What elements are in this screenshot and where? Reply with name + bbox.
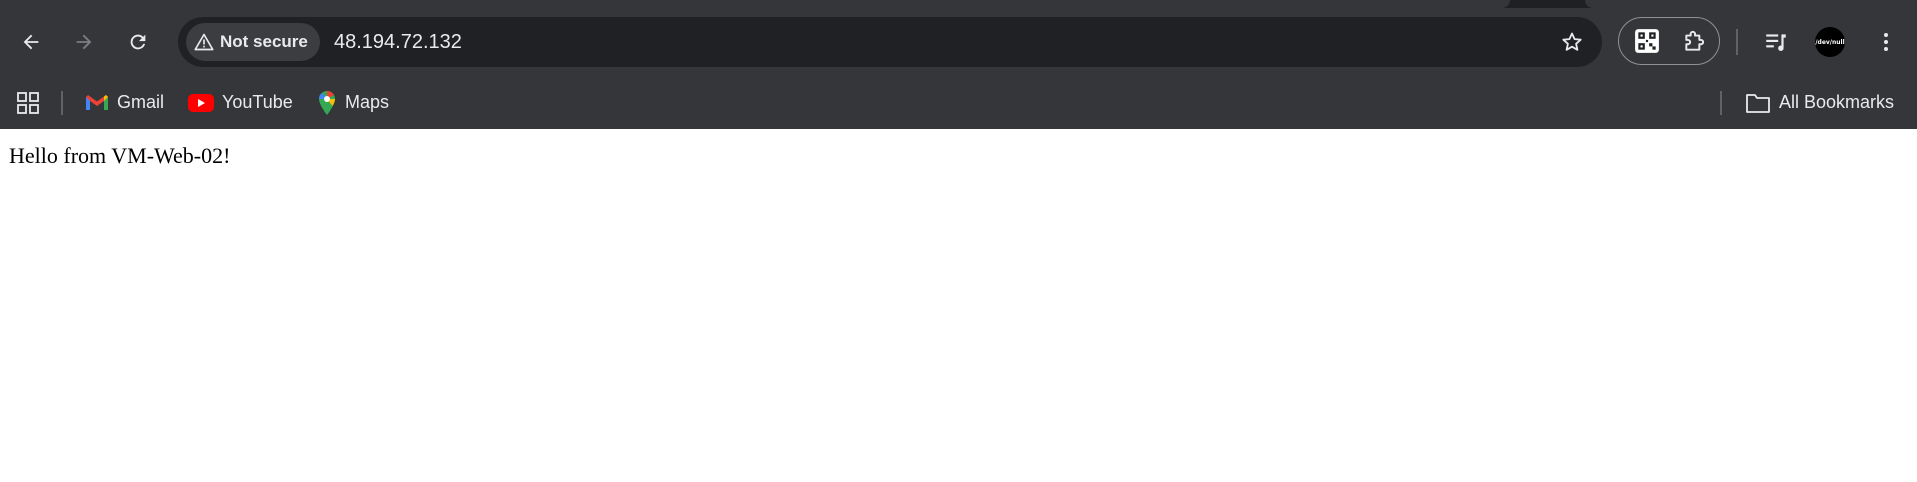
gmail-icon: [86, 94, 108, 110]
bookmarks-bar: Gmail YouTube Maps All Bookmarks: [0, 76, 1917, 129]
forward-icon: [76, 34, 92, 50]
forward-button[interactable]: [64, 22, 104, 62]
extensions-group: [1618, 17, 1720, 65]
security-chip-label: Not secure: [220, 32, 308, 51]
toolbar-divider: [1736, 29, 1738, 55]
reading-list-button[interactable]: [1756, 22, 1796, 62]
active-tab-edge: [0, 0, 1510, 8]
qr-code-icon: [1635, 29, 1659, 53]
folder-icon: [1746, 93, 1770, 113]
bookmark-maps-label: Maps: [345, 92, 390, 112]
reload-icon: [130, 34, 146, 50]
star-icon: [1562, 32, 1582, 51]
apps-button[interactable]: [8, 83, 48, 123]
bookmarks-divider: [61, 91, 63, 115]
all-bookmarks-label: All Bookmarks: [1779, 92, 1895, 112]
bookmark-maps[interactable]: Maps: [317, 76, 389, 129]
extensions-button[interactable]: [1675, 21, 1715, 61]
bookmark-gmail-label: Gmail: [117, 92, 165, 112]
maps-icon: [319, 90, 335, 115]
bookmarks-right-divider: [1720, 91, 1722, 115]
all-bookmarks-button[interactable]: All Bookmarks: [1745, 76, 1894, 129]
address-bar[interactable]: Not secure 48.194.72.132: [178, 17, 1602, 67]
youtube-icon: [188, 93, 214, 112]
web-page-content: Hello from VM-Web-02!: [0, 129, 1917, 482]
browser-toolbar: Not secure 48.194.72.132 /dev/null: [0, 8, 1917, 84]
url-text[interactable]: 48.194.72.132: [334, 17, 462, 67]
profile-avatar[interactable]: /dev/null: [1815, 27, 1845, 57]
bookmark-youtube[interactable]: YouTube: [188, 76, 293, 129]
reading-list-icon: [1766, 34, 1786, 51]
apps-grid-icon: [17, 92, 39, 114]
reload-button[interactable]: [118, 22, 158, 62]
browser-menu-button[interactable]: [1866, 22, 1906, 62]
avatar-text: /dev/null: [1815, 38, 1845, 46]
back-icon: [23, 34, 39, 50]
extensions-icon: [1685, 30, 1705, 51]
tab-edge: [1585, 0, 1917, 8]
page-body-text: Hello from VM-Web-02!: [9, 143, 231, 168]
bookmark-gmail[interactable]: Gmail: [85, 76, 164, 129]
bookmark-youtube-label: YouTube: [222, 92, 293, 112]
warning-triangle-icon: [194, 33, 214, 51]
tab-strip: [0, 0, 1917, 8]
qr-extension-button[interactable]: [1627, 21, 1667, 61]
back-button[interactable]: [11, 22, 51, 62]
menu-icon: [1884, 33, 1888, 51]
security-chip[interactable]: Not secure: [186, 23, 320, 61]
bookmark-star-button[interactable]: [1552, 22, 1592, 62]
